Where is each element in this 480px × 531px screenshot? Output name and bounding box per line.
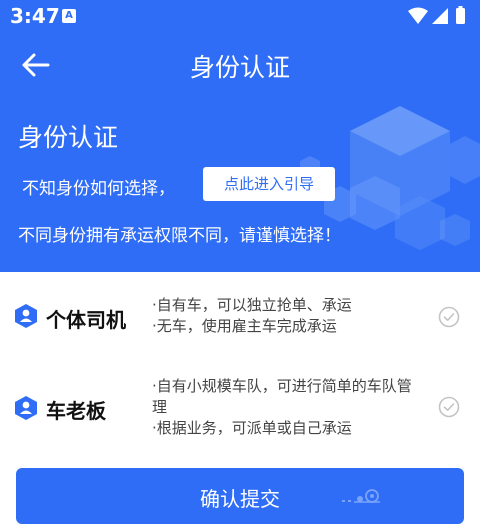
status-bar: 3:47 A bbox=[0, 0, 480, 34]
submit-button[interactable]: 确认提交 bbox=[16, 468, 464, 524]
banner-question: 不知身份如何选择， bbox=[22, 179, 175, 199]
role-option-driver[interactable]: 个体司机 ·自有车，可以独立抢单、承运 ·无车，使用雇主车完成承运 bbox=[0, 290, 480, 350]
driver-badge-icon bbox=[15, 304, 37, 328]
wifi-icon bbox=[408, 7, 428, 24]
banner: 身份认证 不知身份如何选择， 点此进入引导 不同身份拥有承运权限不同，请谨慎选择… bbox=[0, 96, 480, 272]
role-name: 个体司机 bbox=[46, 308, 126, 332]
role-desc-line: ·自有车，可以独立抢单、承运 bbox=[152, 296, 352, 314]
role-desc-line: ·无车，使用雇主车完成承运 bbox=[152, 317, 337, 335]
role-description: ·自有车，可以独立抢单、承运 ·无车，使用雇主车完成承运 bbox=[152, 295, 442, 337]
check-circle-icon[interactable] bbox=[438, 306, 460, 328]
role-name: 车老板 bbox=[46, 399, 106, 423]
signal-icon bbox=[432, 8, 448, 24]
notification-icon: A bbox=[62, 9, 76, 23]
role-desc-line: ·根据业务，可派单或自己承运 bbox=[152, 419, 352, 437]
battery-icon bbox=[456, 8, 465, 24]
role-desc-line: ·自有小规模车队，可进行简单的车队管 bbox=[152, 377, 412, 395]
page-title: 身份认证 bbox=[189, 53, 290, 82]
status-icons bbox=[408, 6, 465, 24]
truck-decoration-icon bbox=[342, 489, 380, 503]
banner-note: 不同身份拥有承运权限不同，请谨慎选择！ bbox=[18, 226, 341, 246]
app-bar: 身份认证 bbox=[0, 34, 480, 96]
role-desc-line: 理 bbox=[152, 398, 168, 416]
role-option-fleet-owner[interactable]: 车老板 ·自有小规模车队，可进行简单的车队管 理 ·根据业务，可派单或自己承运 bbox=[0, 370, 480, 446]
submit-button-label: 确认提交 bbox=[200, 487, 280, 511]
role-description: ·自有小规模车队，可进行简单的车队管 理 ·根据业务，可派单或自己承运 bbox=[152, 376, 442, 439]
banner-title: 身份认证 bbox=[18, 123, 119, 152]
status-time: 3:47 bbox=[10, 4, 60, 28]
guide-button[interactable]: 点此进入引导 bbox=[203, 167, 335, 201]
check-circle-icon[interactable] bbox=[438, 396, 460, 418]
fleet-owner-badge-icon bbox=[15, 396, 37, 420]
